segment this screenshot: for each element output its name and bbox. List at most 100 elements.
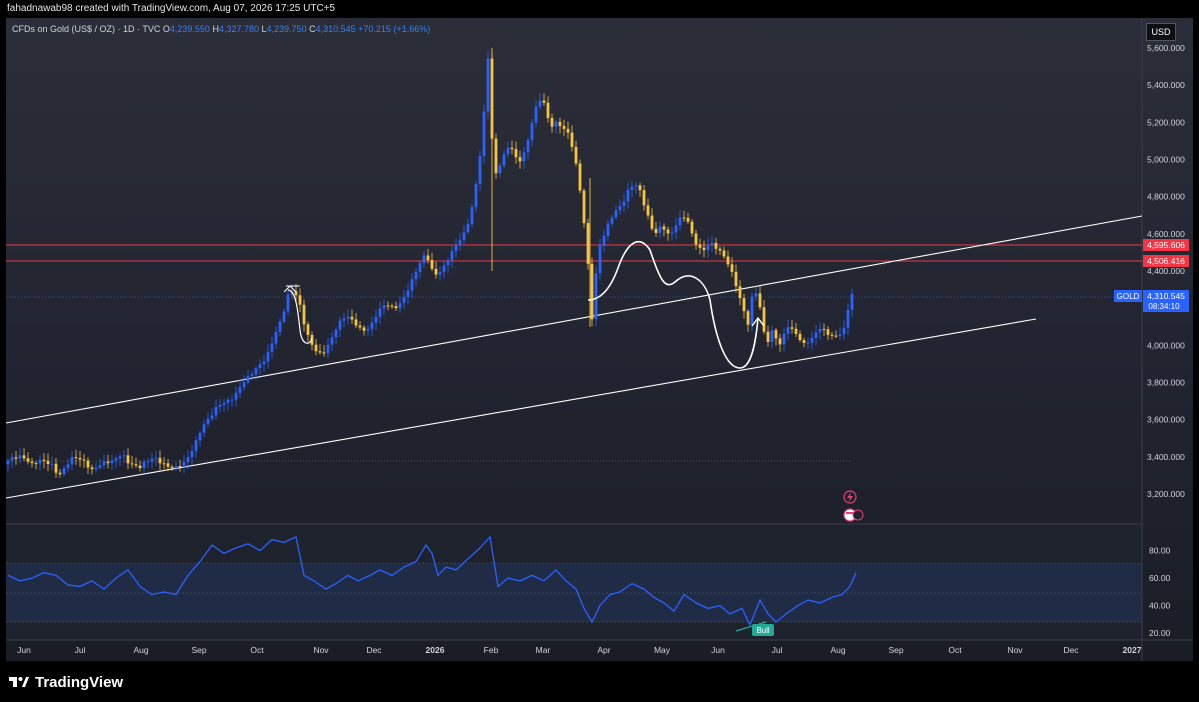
time-tick-label: Jul: [75, 645, 86, 655]
channel-upper-line[interactable]: [5, 215, 1143, 424]
candle-body: [30, 461, 34, 464]
candle-body: [22, 455, 26, 459]
candle-body: [278, 321, 282, 333]
candle-body: [502, 154, 506, 166]
time-tick-label: Jun: [711, 645, 725, 655]
price-tick-label: 3,200.000: [1147, 489, 1185, 499]
candle-body: [390, 305, 394, 307]
candle-body: [270, 343, 274, 352]
candle-body: [834, 335, 838, 337]
candle-body: [162, 463, 166, 465]
candle-body: [714, 242, 718, 249]
candle-body: [366, 329, 370, 331]
candle-body: [398, 303, 402, 309]
rsi-tick-label: 80.00: [1149, 546, 1171, 556]
rsi-tick-label: 20.00: [1149, 628, 1171, 638]
time-tick-label: Nov: [1007, 645, 1023, 655]
candle-body: [546, 102, 550, 118]
candle-body: [234, 392, 238, 400]
gold-symbol-label: GOLD: [1117, 292, 1140, 301]
last-price-value: 4,310.545: [1147, 291, 1185, 301]
time-tick-label: Feb: [484, 645, 499, 655]
candle-body: [130, 463, 134, 465]
candle-body: [122, 455, 126, 457]
candle-body: [358, 325, 362, 328]
candle-body: [466, 224, 470, 233]
candle-body: [146, 461, 150, 463]
candle-body: [670, 232, 674, 234]
time-axis[interactable]: Jun Jul Aug Sep Oct Nov Dec 2026 Feb Mar Apr May Jun…: [17, 645, 1142, 655]
candle-body: [506, 147, 510, 155]
currency-button[interactable]: USD: [1146, 23, 1176, 41]
rsi-band: [6, 563, 1142, 622]
candle-body: [554, 121, 558, 127]
candle-body: [142, 461, 146, 469]
candle-body: [746, 311, 750, 325]
candle-body: [842, 327, 846, 335]
chart-svg[interactable]: Bull 5,600.000 5,400.000 5,200.000 5,000.00…: [0, 0, 1199, 702]
candle-body: [374, 316, 378, 323]
candle-body: [538, 100, 542, 107]
channel-lower-line[interactable]: [5, 318, 1037, 499]
candle-body: [370, 322, 374, 330]
candle-body: [18, 455, 22, 459]
candle-body: [118, 456, 122, 459]
candle-body: [418, 263, 422, 272]
event-count-icon[interactable]: [852, 509, 864, 521]
candle-body: [482, 111, 486, 157]
candle-body: [690, 221, 694, 234]
time-tick-label: Jul: [772, 645, 783, 655]
candle-body: [330, 337, 334, 345]
time-tick-label: Aug: [830, 645, 845, 655]
candle-body: [230, 399, 234, 401]
candle-body: [338, 320, 342, 330]
candle-body: [578, 163, 582, 191]
price-tick-label: 4,600.000: [1147, 229, 1185, 239]
candle-body: [282, 311, 286, 322]
time-tick-label: Nov: [313, 645, 329, 655]
candle-body: [662, 226, 666, 230]
candle-body: [534, 106, 538, 123]
candle-body: [446, 260, 450, 266]
candle-body: [98, 465, 102, 468]
candle-body: [158, 457, 162, 464]
candle-body: [286, 294, 290, 312]
candle-body: [582, 190, 586, 224]
tradingview-brand-name: TradingView: [35, 673, 124, 691]
symbol-name: CFDs on Gold (US$ / OZ) · 1D · TVC: [12, 24, 161, 34]
candle-body: [90, 467, 94, 470]
time-tick-label: May: [654, 645, 671, 655]
candle-body: [850, 293, 854, 310]
tradingview-brand[interactable]: TradingView: [9, 672, 123, 692]
candle-body: [334, 329, 338, 338]
candle-body: [550, 117, 554, 127]
open-value: 4,239.550: [169, 24, 210, 34]
candle-body: [254, 368, 258, 375]
candle-body: [246, 376, 250, 383]
candle-body: [846, 309, 850, 328]
candle-body: [314, 344, 318, 352]
symbol-legend[interactable]: CFDs on Gold (US$ / OZ) · 1D · TVC O4,23…: [12, 24, 430, 34]
candle-body: [206, 418, 210, 425]
candle-body: [94, 467, 98, 470]
candle-body: [362, 327, 366, 331]
candle-body: [442, 265, 446, 273]
candle-body: [454, 245, 458, 252]
candle-body: [214, 406, 218, 416]
candle-body: [238, 387, 242, 393]
price-axis[interactable]: 5,600.000 5,400.000 5,200.000 5,000.000 4,80…: [1147, 43, 1185, 499]
price-tick-label: 4,000.000: [1147, 340, 1185, 350]
candle-body: [766, 331, 770, 342]
candle-body: [530, 122, 534, 140]
candle-body: [414, 271, 418, 280]
candle-body: [666, 229, 670, 234]
candle-body: [222, 402, 226, 405]
candle-body: [790, 327, 794, 329]
candle-body: [258, 364, 262, 369]
candle-body: [594, 273, 598, 320]
rsi-axis[interactable]: 80.00 60.00 40.00 20.00: [1149, 546, 1171, 639]
time-tick-label: Oct: [250, 645, 264, 655]
candle-body: [590, 263, 594, 320]
candle-body: [618, 206, 622, 211]
candle-body: [430, 260, 434, 269]
